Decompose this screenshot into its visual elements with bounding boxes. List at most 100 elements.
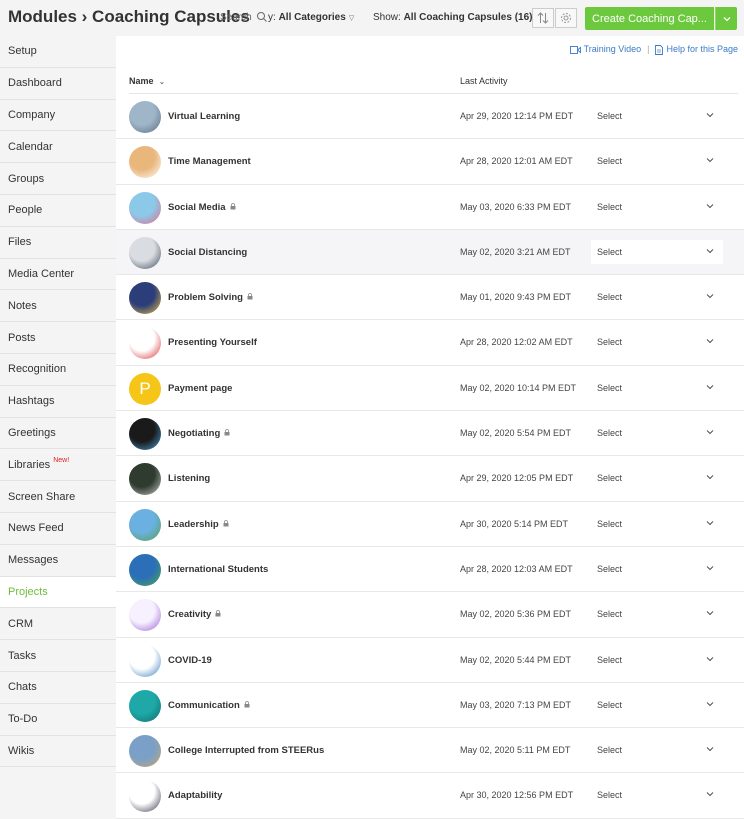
action-select[interactable]: Select (597, 519, 622, 529)
sidebar-item-setup[interactable]: Setup (0, 36, 116, 68)
masked-people-thumbnail[interactable] (129, 644, 161, 677)
sidebar-item-posts[interactable]: Posts (0, 322, 116, 354)
action-select[interactable]: Select (597, 383, 622, 393)
chevron-down-icon[interactable] (705, 201, 715, 211)
action-select[interactable]: Select (597, 473, 622, 483)
table-row[interactable]: Communication May 03, 2020 7:13 PM EDT Sel… (116, 683, 744, 729)
capsule-name-link[interactable]: Leadership (168, 519, 229, 530)
action-select[interactable]: Select (597, 292, 622, 302)
table-row[interactable]: Social Distancing May 02, 2020 3:21 AM ED… (116, 229, 744, 276)
capsule-name-link[interactable]: Problem Solving (168, 292, 253, 303)
chevron-down-icon[interactable] (705, 291, 715, 301)
table-row[interactable]: Social Media May 03, 2020 6:33 PM EDT Sele… (116, 185, 744, 230)
capsule-name-link[interactable]: International Students (168, 564, 268, 575)
sort-button[interactable] (532, 8, 554, 28)
column-header-name[interactable]: Name ⌄ (129, 76, 446, 94)
sidebar-item-recognition[interactable]: Recognition (0, 353, 116, 386)
chevron-down-icon[interactable] (705, 246, 715, 256)
capsule-name-link[interactable]: Negotiating (168, 428, 230, 439)
sidebar-item-hashtags[interactable]: Hashtags (0, 385, 116, 418)
chevron-down-icon[interactable] (705, 518, 715, 528)
chevron-down-icon[interactable] (705, 789, 715, 799)
table-row[interactable]: International Students Apr 28, 2020 12:03… (116, 547, 744, 593)
capsule-name-link[interactable]: Presenting Yourself (168, 337, 257, 348)
table-row[interactable]: Negotiating May 02, 2020 5:54 PM EDT Selec… (116, 411, 744, 457)
table-row[interactable]: College Interrupted from STEERus May 02, … (116, 728, 744, 774)
table-row[interactable]: Problem Solving May 01, 2020 9:43 PM EDT S… (116, 275, 744, 321)
presenter-thumbnail[interactable] (129, 327, 161, 360)
capsule-name-link[interactable]: College Interrupted from STEERus (168, 745, 324, 756)
capsule-name-link[interactable]: Creativity (168, 609, 221, 620)
category-filter[interactable]: y: All Categories ▽ (268, 12, 354, 23)
capsule-name-link[interactable]: Time Management (168, 156, 251, 167)
capsule-name-link[interactable]: Virtual Learning (168, 111, 240, 122)
clock-thumbnail[interactable] (129, 146, 161, 179)
action-select[interactable]: Select (597, 428, 622, 438)
action-select[interactable]: Select (597, 745, 622, 755)
sidebar-item-dashboard[interactable]: Dashboard (0, 67, 116, 100)
sidebar-item-media-center[interactable]: Media Center (0, 258, 116, 291)
sidebar-item-calendar[interactable]: Calendar (0, 131, 116, 164)
settings-button[interactable] (555, 8, 577, 28)
action-select[interactable]: Select (597, 564, 622, 574)
sidebar-item-groups[interactable]: Groups (0, 163, 116, 195)
table-row[interactable]: Adaptability Apr 30, 2020 12:56 PM EDT Sel… (116, 773, 744, 819)
sidebar-item-chats[interactable]: Chats (0, 671, 116, 704)
sidebar-item-to-do[interactable]: To-Do (0, 703, 116, 736)
action-select[interactable]: Select (597, 655, 622, 665)
action-select[interactable]: Select (597, 156, 622, 166)
action-select[interactable]: Select (597, 111, 622, 121)
social-people-thumbnail[interactable] (129, 191, 161, 224)
sidebar-item-files[interactable]: Files (0, 226, 116, 259)
capsule-name-link[interactable]: Social Distancing (168, 247, 247, 258)
puzzle-thumbnail[interactable] (129, 282, 161, 315)
ear-thumbnail[interactable] (129, 463, 161, 496)
create-dropdown-button[interactable] (715, 7, 737, 30)
table-row[interactable]: Listening Apr 29, 2020 12:05 PM EDT Select (116, 456, 744, 502)
capsule-name-link[interactable]: Adaptability (168, 790, 222, 801)
letter-p-avatar[interactable]: P (129, 372, 161, 405)
table-row[interactable]: Time Management Apr 28, 2020 12:01 AM EDT… (116, 139, 744, 185)
table-row[interactable]: Virtual Learning Apr 29, 2020 12:14 PM ED… (116, 94, 744, 140)
action-select[interactable]: Select (597, 700, 622, 710)
sidebar-item-greetings[interactable]: Greetings (0, 417, 116, 450)
capsule-name-link[interactable]: Social Media (168, 202, 236, 213)
laptop-desk-thumbnail[interactable] (129, 101, 161, 133)
mountain-flag-thumbnail[interactable] (129, 508, 161, 541)
speech-people-thumbnail[interactable] (129, 689, 161, 722)
chevron-down-icon[interactable] (705, 155, 715, 165)
chevron-down-icon[interactable] (705, 563, 715, 573)
sidebar-item-screen-share[interactable]: Screen Share (0, 481, 116, 513)
chevron-down-icon[interactable] (705, 744, 715, 754)
chevron-down-icon[interactable] (705, 427, 715, 437)
handshake-thumbnail[interactable] (129, 418, 161, 451)
sidebar-item-wikis[interactable]: Wikis (0, 735, 116, 768)
chevron-down-icon[interactable] (705, 699, 715, 709)
action-select[interactable]: Select (597, 202, 622, 212)
action-select[interactable]: Select (597, 337, 622, 347)
chevron-down-icon[interactable] (705, 654, 715, 664)
create-coaching-capsule-button[interactable]: Create Coaching Cap... (585, 7, 714, 30)
table-row[interactable]: Leadership Apr 30, 2020 5:14 PM EDT Select (116, 502, 744, 547)
column-header-last-activity[interactable]: Last Activity (460, 76, 508, 86)
table-row[interactable]: COVID-19 May 02, 2020 5:44 PM EDT Select (116, 638, 744, 683)
desk-thumbnail[interactable] (129, 236, 161, 269)
sidebar-item-projects[interactable]: Projects (0, 576, 116, 609)
chevron-down-icon[interactable] (705, 608, 715, 618)
sidebar-item-news-feed[interactable]: News Feed (0, 512, 116, 545)
capsule-name-link[interactable]: COVID-19 (168, 655, 212, 666)
sidebar-item-tasks[interactable]: Tasks (0, 640, 116, 672)
capsule-name-link[interactable]: Listening (168, 473, 210, 484)
chevron-down-icon[interactable] (705, 472, 715, 482)
show-filter[interactable]: Show: All Coaching Capsules (16)▽ (373, 12, 541, 23)
acrobat-thumbnail[interactable] (129, 780, 161, 813)
sidebar-item-libraries[interactable]: Libraries New! (0, 449, 116, 482)
chevron-down-icon[interactable] (705, 336, 715, 346)
lightbulb-thumbnail[interactable] (129, 599, 161, 632)
help-page-link[interactable]: Help for this Page (655, 44, 738, 55)
action-select[interactable]: Select (597, 247, 622, 257)
globe-thumbnail[interactable] (129, 553, 161, 586)
chevron-down-icon[interactable] (705, 110, 715, 120)
search-link[interactable]: Search (220, 12, 252, 23)
capsule-name-link[interactable]: Payment page (168, 383, 232, 394)
